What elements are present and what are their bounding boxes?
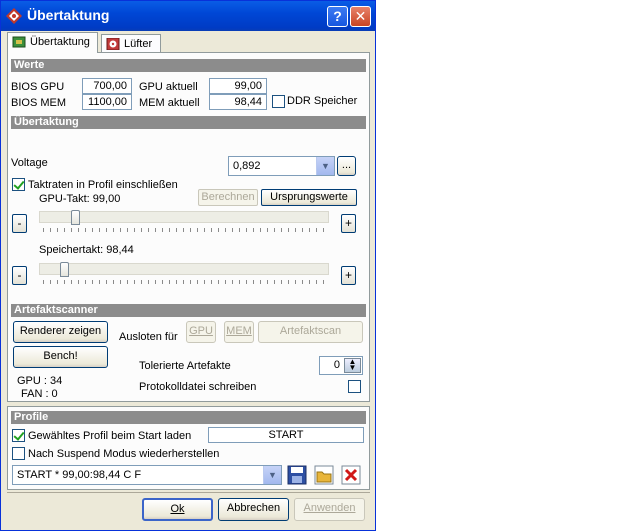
bios-gpu-label: BIOS GPU [11, 81, 65, 93]
include-clocks-label: Taktraten in Profil einschließen [28, 179, 178, 191]
protokoll-checkbox[interactable] [348, 380, 361, 393]
gpu-takt-label: GPU-Takt: 99,00 [39, 193, 121, 205]
close-button[interactable]: ✕ [350, 6, 371, 27]
chevron-down-icon[interactable]: ▼ [263, 466, 281, 484]
suspend-label: Nach Suspend Modus wiederherstellen [28, 448, 220, 460]
protokoll-label: Protokolldatei schreiben [139, 381, 257, 393]
ausloten-mem-button[interactable]: MEM [224, 321, 254, 343]
ddr-checkbox[interactable] [272, 95, 285, 108]
mem-decrease-button[interactable]: - [12, 266, 27, 285]
include-clocks-checkbox[interactable] [12, 178, 25, 191]
ddr-label: DDR Speicher [287, 95, 358, 107]
bench-button[interactable]: Bench! [13, 346, 108, 368]
start-profile-checkbox[interactable] [12, 429, 25, 442]
mem-aktuell-value: 98,44 [209, 94, 267, 110]
gpu-slider-track[interactable] [39, 211, 329, 223]
mem-increase-button[interactable]: + [341, 266, 356, 285]
tab-label: Lüfter [124, 38, 153, 50]
chip-icon [12, 36, 26, 48]
voltage-more-button[interactable]: ... [337, 156, 356, 176]
bios-mem-value: 1100,00 [82, 94, 132, 110]
ausloten-gpu-button[interactable]: GPU [186, 321, 216, 343]
suspend-checkbox[interactable] [12, 447, 25, 460]
voltage-label: Voltage [11, 157, 48, 169]
ausloten-label: Ausloten für [119, 331, 178, 343]
tab-uebertaktung[interactable]: Übertaktung [7, 32, 98, 53]
section-uebertaktung: Übertaktung [11, 116, 366, 129]
window-title: Übertaktung [27, 7, 110, 23]
gpu-status: GPU : 34 [17, 375, 63, 387]
anwenden-label: Anwenden [303, 502, 356, 514]
app-logo-icon [6, 8, 22, 24]
gpu-slider-ticks [43, 228, 327, 232]
speichertakt-label: Speichertakt: 98,44 [39, 244, 134, 256]
ursprungswerte-button[interactable]: Ursprungswerte [261, 189, 357, 206]
abbrechen-button[interactable]: Abbrechen [218, 498, 289, 521]
chevron-down-icon[interactable]: ▼ [316, 157, 334, 175]
title-bar[interactable]: Übertaktung ? ✕ [1, 1, 375, 31]
fan-icon [106, 38, 120, 50]
ok-label: Ok [170, 503, 185, 515]
section-profile: Profile [11, 411, 366, 424]
tab-luefter[interactable]: Lüfter [101, 34, 161, 53]
anwenden-button[interactable]: Anwenden [294, 498, 365, 521]
folder-open-icon[interactable] [314, 465, 334, 485]
profile-panel: Profile Gewähltes Profil beim Start lade… [7, 406, 370, 490]
mem-slider-ticks [43, 280, 327, 284]
artefaktscan-button[interactable]: Artefaktscan [258, 321, 363, 343]
section-werte: Werte [11, 59, 366, 72]
gpu-increase-button[interactable]: + [341, 214, 356, 233]
mem-slider-track[interactable] [39, 263, 329, 275]
delete-icon[interactable] [341, 465, 361, 485]
save-icon[interactable] [287, 465, 307, 485]
tolerierte-value: 0 [333, 359, 340, 371]
tolerierte-spinner[interactable]: 0 ▲ ▼ [319, 356, 363, 375]
help-button[interactable]: ? [327, 6, 348, 27]
profile-select[interactable]: START * 99,00:98,44 C F ▼ [12, 465, 282, 485]
voltage-value: 0,892 [233, 160, 261, 172]
gpu-aktuell-label: GPU aktuell [139, 81, 198, 93]
mem-slider-thumb[interactable] [59, 262, 69, 277]
start-profile-value: START [208, 427, 364, 443]
tab-label: Übertaktung [30, 36, 90, 48]
section-artefaktscanner: Artefaktscanner [11, 304, 366, 317]
mem-aktuell-label: MEM aktuell [139, 97, 200, 109]
bios-mem-label: BIOS MEM [11, 97, 67, 109]
start-profile-label: Gewähltes Profil beim Start laden [28, 430, 192, 442]
bios-gpu-value: 700,00 [82, 78, 132, 94]
voltage-select[interactable]: 0,892 ▼ [228, 156, 335, 176]
gpu-aktuell-value: 99,00 [209, 78, 267, 94]
gpu-slider-thumb[interactable] [70, 210, 80, 225]
tab-panel: Werte BIOS GPU 700,00 BIOS MEM 1100,00 G… [7, 52, 370, 402]
fan-status: FAN : 0 [21, 388, 58, 400]
ok-button[interactable]: Ok [142, 498, 213, 521]
spinner-arrows-icon[interactable]: ▲ ▼ [344, 358, 361, 373]
tolerierte-label: Tolerierte Artefakte [139, 360, 231, 372]
overclock-window: Übertaktung ? ✕ Übertaktung Lüfter Werte… [0, 0, 376, 531]
profile-value: START * 99,00:98,44 C F [17, 469, 142, 481]
berechnen-button[interactable]: Berechnen [198, 189, 258, 206]
gpu-decrease-button[interactable]: - [12, 214, 27, 233]
renderer-zeigen-button[interactable]: Renderer zeigen [13, 321, 108, 343]
footer-divider [7, 492, 370, 493]
